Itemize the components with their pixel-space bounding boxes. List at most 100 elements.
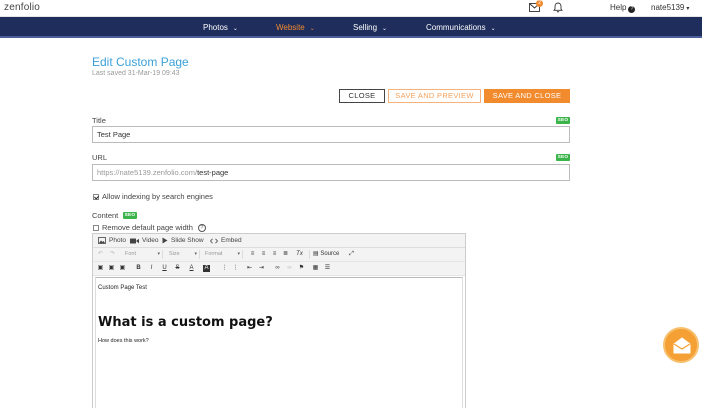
chevron-down-icon: ⌄	[309, 26, 315, 32]
zenfolio-logo[interactable]: zenfolio	[4, 2, 40, 13]
content-label: Content	[92, 211, 119, 220]
font-select-label: Font	[125, 251, 137, 257]
mail-count-badge: 2	[536, 0, 543, 7]
save-and-close-button[interactable]: SAVE AND CLOSE	[484, 89, 570, 103]
user-menu[interactable]: nate5139 ▾	[651, 3, 689, 12]
caret-down-icon: ▾	[686, 6, 690, 12]
allow-indexing-checkbox[interactable]	[93, 193, 99, 200]
url-slug: test-page	[197, 168, 229, 177]
insert-slideshow-button[interactable]: Slide Show	[162, 237, 204, 244]
cut-icon[interactable]: ▣	[97, 265, 104, 272]
seo-badge: SEO	[556, 117, 570, 124]
title-input[interactable]: Test Page	[92, 126, 570, 143]
bullet-list-icon[interactable]: ⋮	[232, 265, 239, 272]
insert-photo-button[interactable]: Photo	[98, 237, 126, 244]
underline-button[interactable]: U	[161, 265, 168, 272]
format-select[interactable]: Format ▾	[203, 250, 243, 259]
source-button[interactable]: ▤ Source	[313, 251, 341, 258]
nav-item-selling[interactable]: Selling ⌄	[353, 23, 387, 32]
chevron-down-icon: ⌄	[490, 26, 496, 32]
italic-button[interactable]: I	[148, 265, 155, 272]
anchor-flag-icon[interactable]: ⚑	[298, 265, 305, 272]
format-toolbar-row-2: ▣ ▣ ▣ B I U S A A ⋮ ⋮ ⇤ ⇥ ∞ ∞ ⚑ ▦ ☰	[93, 262, 465, 276]
numbered-list-icon[interactable]: ⋮	[221, 265, 228, 272]
top-bar: zenfolio 2 Help? nate5139 ▾	[0, 0, 702, 17]
envelope-icon	[673, 337, 691, 354]
format-select-label: Format	[205, 251, 223, 257]
copy-icon[interactable]: ▣	[108, 265, 115, 272]
save-and-preview-button[interactable]: SAVE AND PREVIEW	[388, 89, 481, 103]
insert-embed-button[interactable]: Embed	[210, 237, 242, 244]
bell-icon[interactable]	[553, 2, 563, 13]
video-camera-icon	[130, 238, 139, 243]
background-color-button[interactable]: A	[203, 265, 210, 272]
url-prefix: https://nate5139.zenfolio.com/	[97, 168, 198, 177]
title-label: Title	[92, 116, 106, 125]
seo-badge: SEO	[556, 154, 570, 161]
photo-label: Photo	[109, 237, 126, 244]
align-right-icon[interactable]: ≡	[271, 251, 278, 258]
allow-indexing-row[interactable]: Allow indexing by search engines	[93, 192, 213, 201]
code-icon	[210, 238, 218, 243]
help-circle-icon[interactable]: ?	[197, 223, 206, 232]
video-label: Video	[142, 237, 159, 244]
clear-format-icon[interactable]: Tx	[295, 251, 304, 258]
font-select[interactable]: Font ▾	[123, 250, 163, 259]
content-editor: Photo Video Slide Show Embed ↶ ↷ Font ▾ S…	[92, 233, 466, 408]
nav-item-communications[interactable]: Communications ⌄	[426, 23, 496, 32]
nav-label: Website	[276, 23, 305, 32]
unlink-icon[interactable]: ∞	[286, 265, 293, 272]
redo-icon[interactable]: ↷	[109, 251, 116, 258]
url-label: URL	[92, 153, 108, 162]
remove-page-width-row[interactable]: Remove default page width ?	[93, 223, 206, 232]
page-title: Edit Custom Page	[92, 55, 189, 69]
horizontal-rule-icon[interactable]: ☰	[324, 265, 331, 272]
question-icon: ?	[628, 6, 636, 13]
allow-indexing-label: Allow indexing by search engines	[102, 192, 213, 201]
content-heading: What is a custom page?	[98, 315, 273, 330]
link-icon[interactable]: ∞	[274, 265, 281, 272]
nav-label: Selling	[353, 23, 378, 32]
align-justify-icon[interactable]: ≣	[282, 251, 289, 258]
align-center-icon[interactable]: ≡	[260, 251, 267, 258]
bold-button[interactable]: B	[135, 265, 142, 272]
insert-video-button[interactable]: Video	[130, 237, 159, 244]
nav-label: Communications	[426, 23, 486, 32]
align-left-icon[interactable]: ≡	[249, 251, 256, 258]
paste-icon[interactable]: ▣	[119, 265, 126, 272]
outdent-icon[interactable]: ⇤	[246, 265, 253, 272]
seo-badge: SEO	[123, 212, 137, 219]
help-label: Help	[610, 3, 627, 12]
username-label: nate5139	[651, 3, 685, 12]
chevron-down-icon: ⌄	[232, 26, 238, 32]
size-select[interactable]: Size ▾	[167, 250, 200, 259]
source-label: Source	[320, 251, 340, 257]
remove-page-width-label: Remove default page width	[102, 223, 193, 232]
remove-page-width-checkbox[interactable]	[93, 224, 99, 231]
toolbar-divider	[309, 250, 310, 259]
nav-item-photos[interactable]: Photos ⌄	[203, 23, 238, 32]
chevron-down-icon: ⌄	[382, 26, 388, 32]
undo-icon[interactable]: ↶	[97, 251, 104, 258]
url-input[interactable]: https://nate5139.zenfolio.com/test-page	[92, 164, 570, 181]
font-color-button[interactable]: A	[188, 265, 195, 272]
clear-format-label: Tx	[296, 251, 303, 257]
size-select-label: Size	[169, 251, 180, 257]
embed-label: Embed	[221, 237, 242, 244]
help-link[interactable]: Help?	[610, 3, 636, 13]
support-chat-button[interactable]	[663, 327, 699, 363]
media-toolbar: Photo Video Slide Show Embed	[93, 234, 465, 248]
nav-label: Photos	[203, 23, 228, 32]
last-saved-text: Last saved 31-Mar-19 09:43	[92, 70, 180, 77]
fullscreen-icon[interactable]: ⤢	[348, 251, 355, 258]
content-paragraph: Custom Page Test	[98, 285, 147, 291]
strikethrough-button[interactable]: S	[174, 265, 181, 272]
table-icon[interactable]: ▦	[312, 265, 319, 272]
main-nav: Photos ⌄ Website ⌄ Selling ⌄ Communications…	[0, 17, 702, 38]
editor-content-area[interactable]: Custom Page Test What is a custom page? …	[95, 277, 463, 408]
nav-item-website[interactable]: Website ⌄	[276, 23, 315, 32]
play-icon	[162, 237, 168, 244]
close-button[interactable]: CLOSE	[339, 89, 385, 103]
indent-icon[interactable]: ⇥	[258, 265, 265, 272]
title-value: Test Page	[97, 130, 131, 139]
